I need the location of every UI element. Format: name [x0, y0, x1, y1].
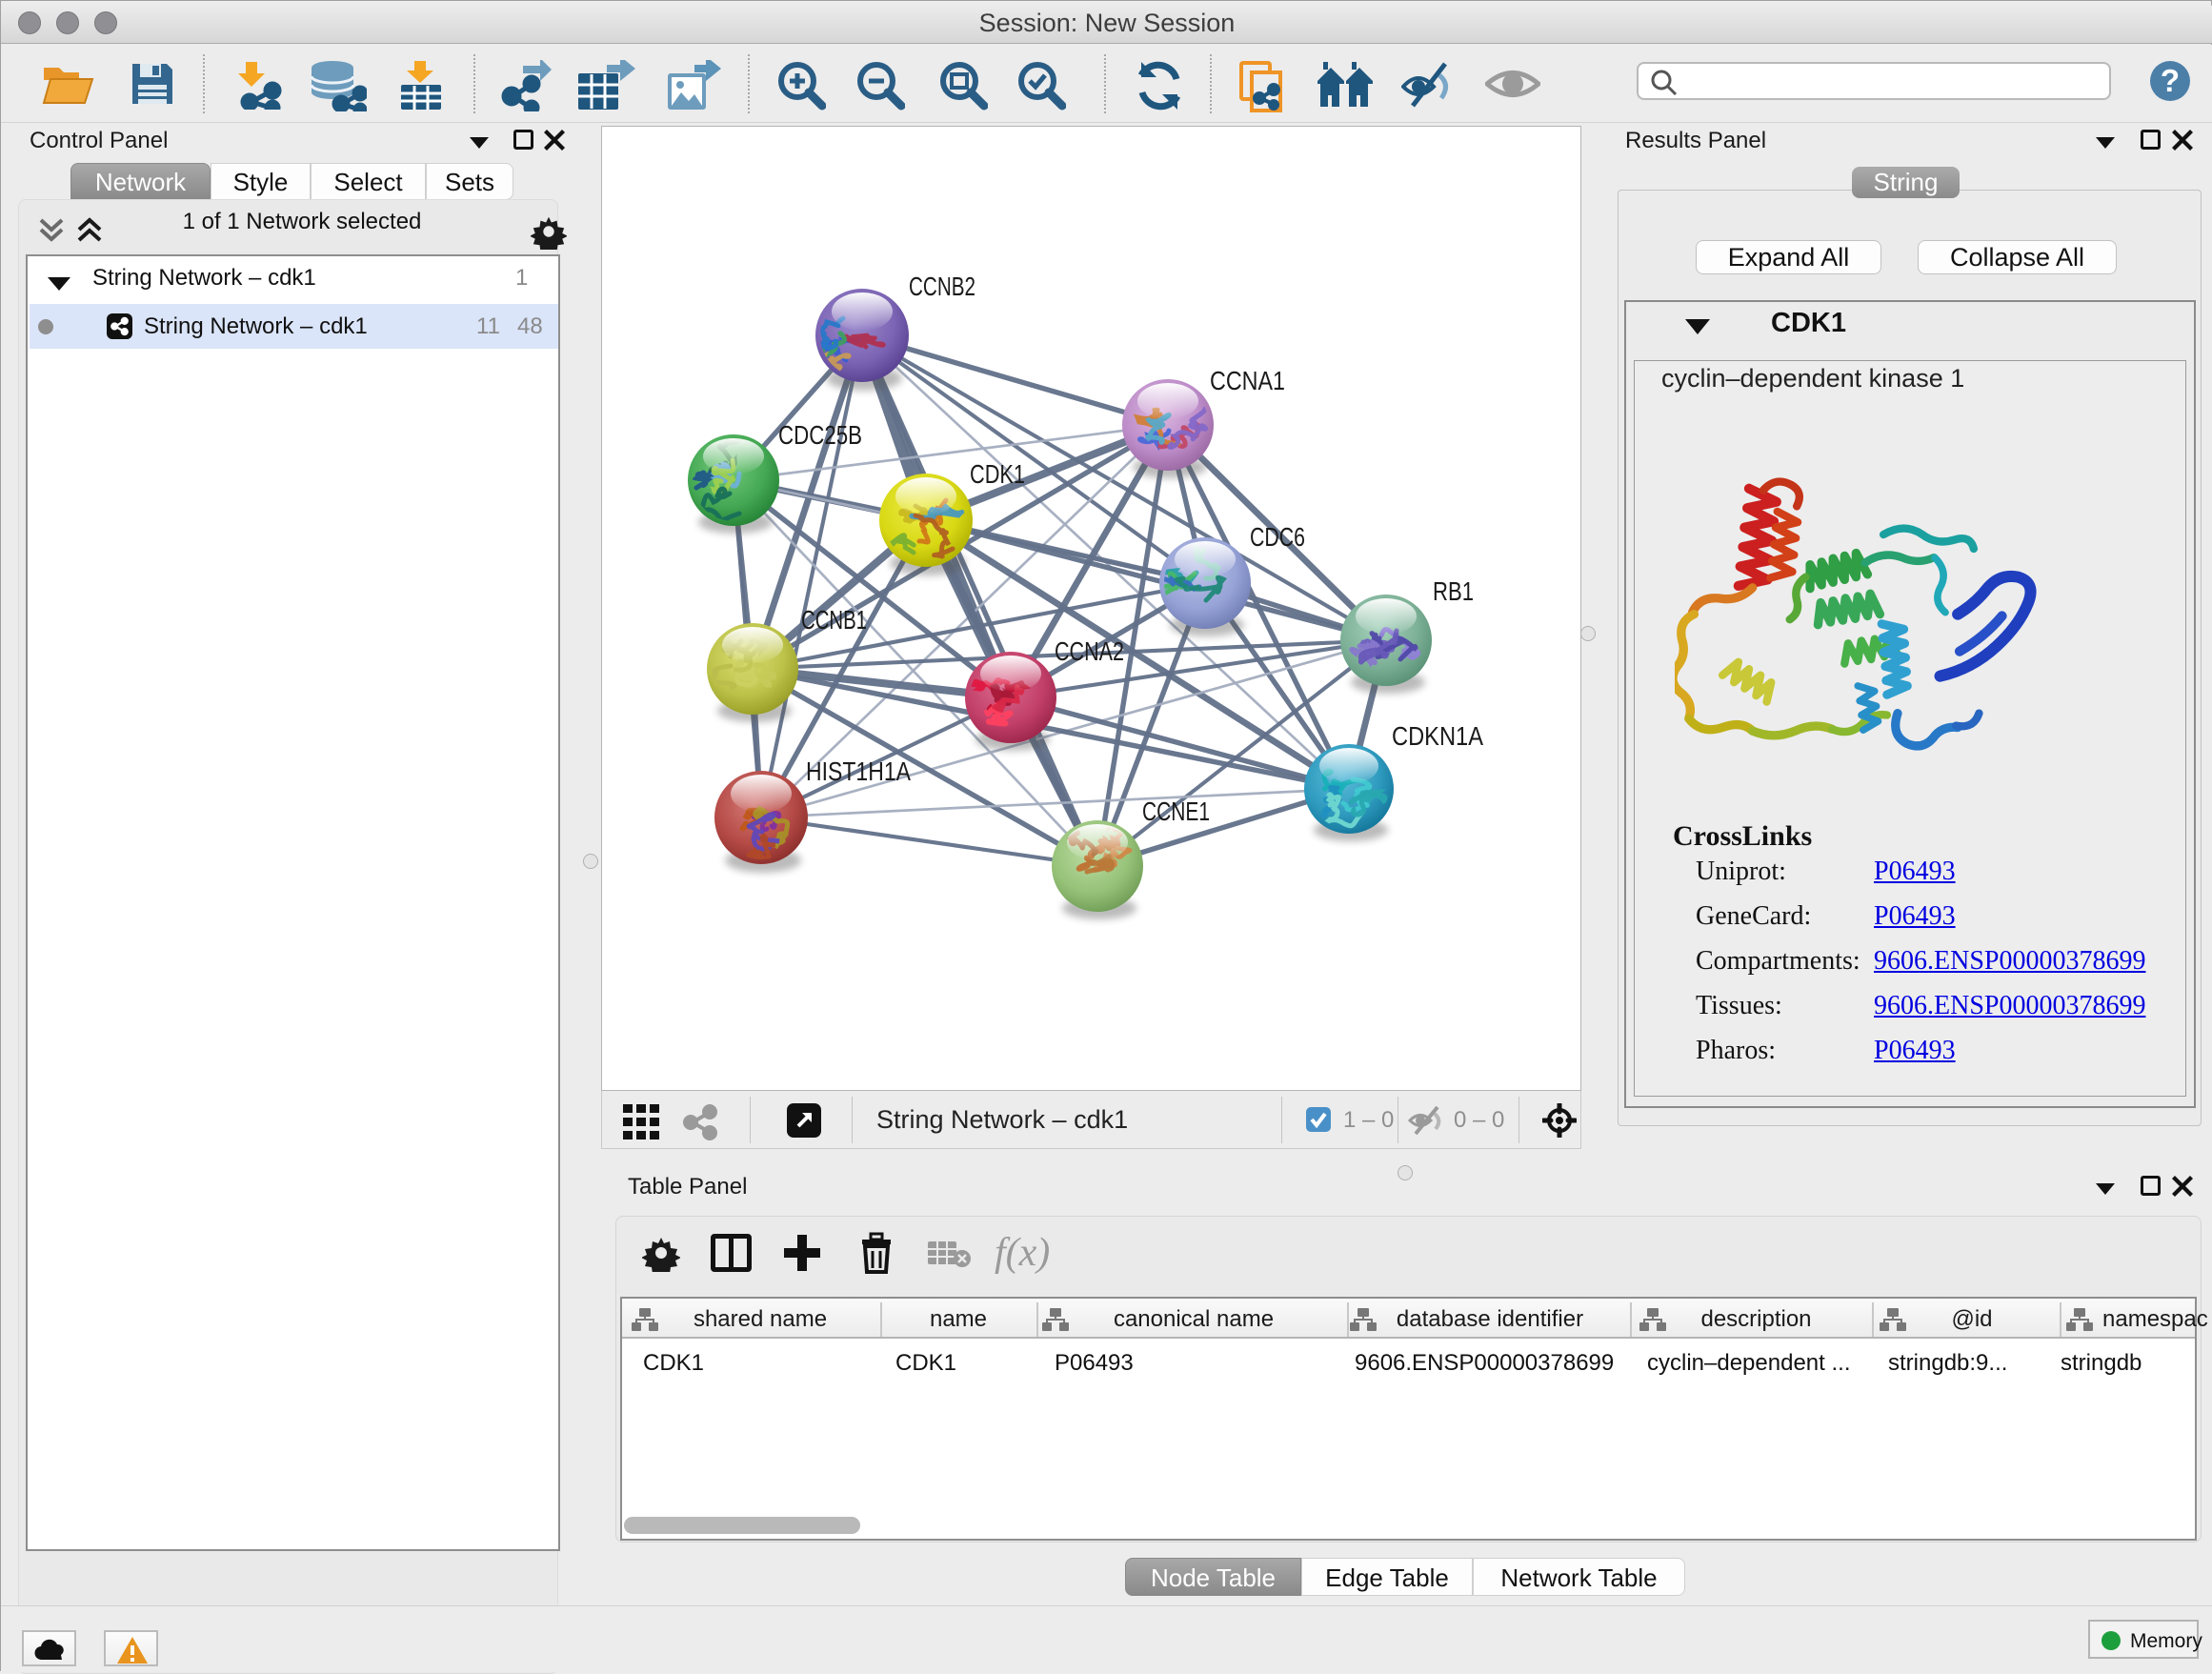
- svg-text:CDK1: CDK1: [970, 459, 1025, 489]
- svg-text:CDC6: CDC6: [1250, 522, 1305, 552]
- svg-text:CCNA1: CCNA1: [1210, 366, 1285, 395]
- svg-text:CDKN1A: CDKN1A: [1392, 721, 1483, 751]
- svg-text:CDC25B: CDC25B: [778, 420, 862, 450]
- svg-text:CCNA2: CCNA2: [1055, 636, 1124, 666]
- svg-text:HIST1H1A: HIST1H1A: [806, 756, 911, 786]
- svg-text:CCNB1: CCNB1: [801, 605, 867, 635]
- svg-text:RB1: RB1: [1433, 576, 1474, 606]
- svg-text:CCNB2: CCNB2: [909, 272, 975, 301]
- svg-text:CCNE1: CCNE1: [1142, 797, 1210, 826]
